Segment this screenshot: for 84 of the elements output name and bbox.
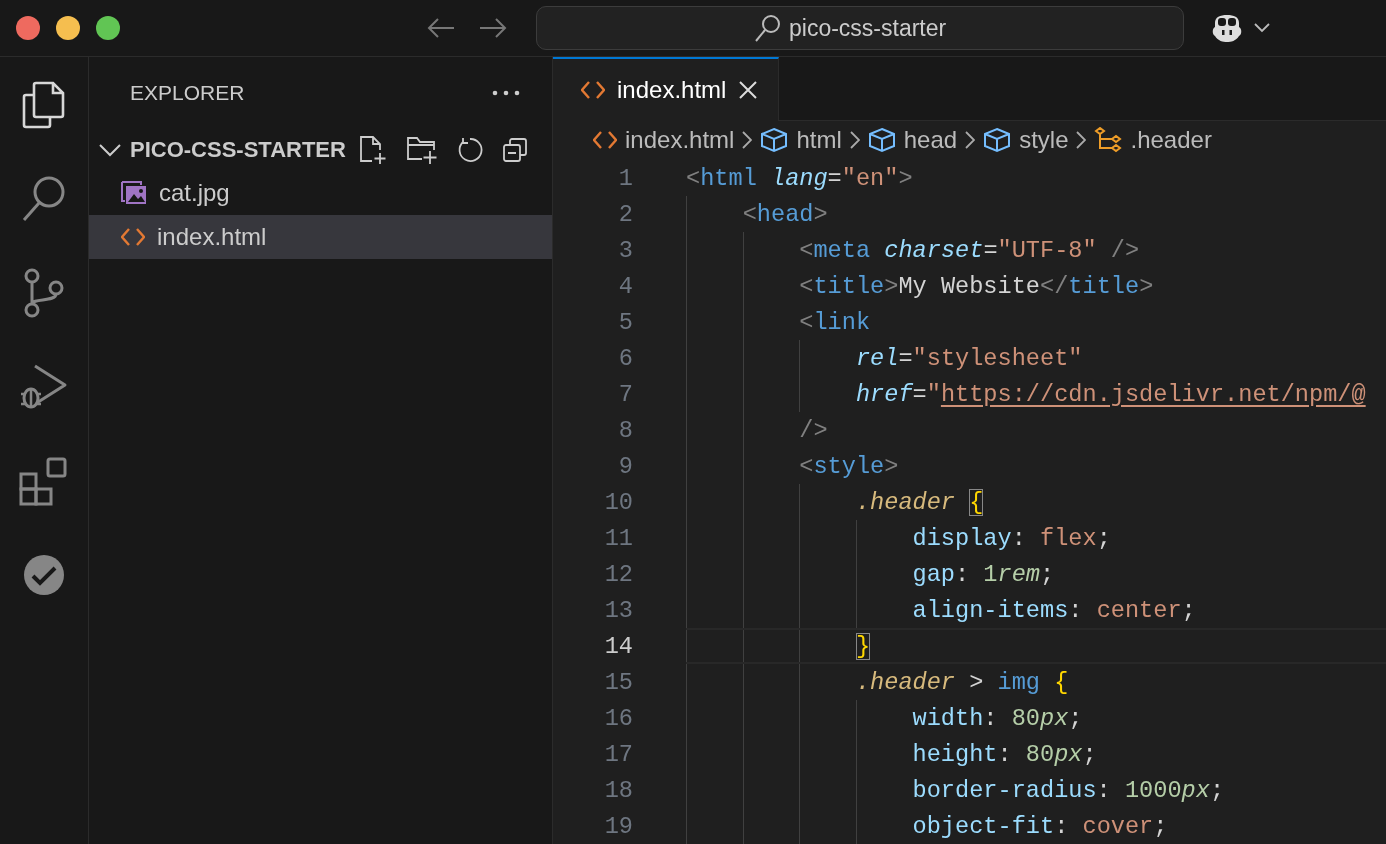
code-line: <link: [798, 308, 871, 336]
zoom-window-button[interactable]: [96, 16, 120, 40]
breadcrumb-item[interactable]: .header: [1094, 126, 1212, 155]
file-item[interactable]: cat.jpg: [89, 171, 552, 215]
files-activity-button[interactable]: [22, 79, 66, 131]
robot-head-icon: [1210, 13, 1244, 43]
code-file-icon: [121, 227, 145, 247]
chevron-down-icon: [1254, 23, 1270, 33]
line-number: 12: [603, 560, 633, 588]
line-number: 18: [603, 776, 633, 804]
file-item[interactable]: index.html: [89, 215, 552, 259]
code-line: <style>: [798, 452, 899, 480]
search-icon: [753, 13, 781, 43]
editor-tab[interactable]: index.html: [553, 57, 780, 121]
image-file-icon: [121, 181, 147, 205]
code-line: href="https://cdn.jsdelivr.net/npm/@: [854, 380, 1366, 408]
breadcrumb-item[interactable]: head: [867, 126, 958, 155]
chevron-right-icon: [742, 131, 753, 150]
cube-icon: [983, 127, 1012, 154]
chevron-icon: [99, 143, 121, 157]
code-line: align-items: center;: [911, 596, 1196, 624]
line-number: 6: [617, 344, 633, 372]
breadcrumb-item[interactable]: html: [760, 126, 842, 155]
close-window-button[interactable]: [16, 16, 40, 40]
line-number: 19: [603, 812, 633, 840]
code-line: <meta charset="UTF-8" />: [798, 236, 1140, 264]
code-line: }: [854, 632, 871, 660]
new-folder-icon[interactable]: [405, 135, 438, 165]
command-center-search[interactable]: pico-css-starter: [536, 6, 1184, 50]
forward-arrow-icon[interactable]: [478, 17, 508, 39]
code-line: border-radius: 1000px;: [911, 776, 1225, 804]
copilot-menu-button[interactable]: [1210, 13, 1270, 43]
code-line: <html lang="en">: [686, 164, 913, 192]
cube-icon: [760, 127, 789, 154]
line-number: 11: [603, 524, 633, 552]
folder-header[interactable]: PICO-CSS-STARTER: [99, 137, 346, 163]
chevron-right-icon: [849, 131, 860, 150]
line-number: 7: [617, 380, 633, 408]
code-file-icon: [581, 80, 605, 100]
cube-icon: [867, 127, 896, 154]
line-number: 2: [617, 200, 633, 228]
source-control-activity-button[interactable]: [22, 267, 66, 319]
breadcrumb-item[interactable]: style: [983, 126, 1069, 155]
code-line: .header {: [854, 488, 984, 516]
extensions-activity-button[interactable]: [19, 455, 69, 507]
code-line: rel="stylesheet": [854, 344, 1083, 372]
extensions-icon: [19, 456, 69, 506]
line-number: 4: [617, 272, 633, 300]
chevron-right-icon: [1076, 131, 1087, 150]
code-line: width: 80px;: [911, 704, 1083, 732]
search-icon: [21, 175, 67, 223]
code-line: display: flex;: [911, 524, 1111, 552]
line-number: 1: [617, 164, 633, 192]
new-file-icon[interactable]: [357, 135, 388, 165]
breadcrumb-item[interactable]: index.html: [593, 126, 735, 155]
line-number: 13: [603, 596, 633, 624]
collapse-all-icon[interactable]: [501, 137, 528, 163]
code-line: .header > img {: [854, 668, 1069, 696]
line-number: 8: [617, 416, 633, 444]
code-file-icon: [593, 130, 617, 151]
branch-icon: [22, 268, 66, 318]
more-actions-icon[interactable]: [492, 90, 520, 96]
code-line: gap: 1rem;: [911, 560, 1055, 588]
close-icon[interactable]: [738, 80, 759, 100]
structure-icon: [1094, 127, 1123, 154]
chevron-right-icon: [965, 131, 976, 150]
line-number: 14: [603, 632, 633, 660]
code-line: <title>My Website</title>: [798, 272, 1154, 300]
line-number: 15: [603, 668, 633, 696]
line-number: 10: [603, 488, 633, 516]
code-line: />: [798, 416, 828, 444]
explorer-title: EXPLORER: [130, 81, 245, 105]
back-arrow-icon[interactable]: [426, 17, 456, 39]
code-line: object-fit: cover;: [911, 812, 1168, 840]
line-number: 16: [603, 704, 633, 732]
check-circle-icon: [23, 554, 65, 596]
line-number: 17: [603, 740, 633, 768]
code-line: <head>: [741, 200, 828, 228]
line-number: 9: [617, 452, 633, 480]
files-icon: [22, 81, 66, 129]
minimize-window-button[interactable]: [56, 16, 80, 40]
line-number: 3: [617, 236, 633, 264]
line-number: 5: [617, 308, 633, 336]
code-line: height: 80px;: [911, 740, 1097, 768]
